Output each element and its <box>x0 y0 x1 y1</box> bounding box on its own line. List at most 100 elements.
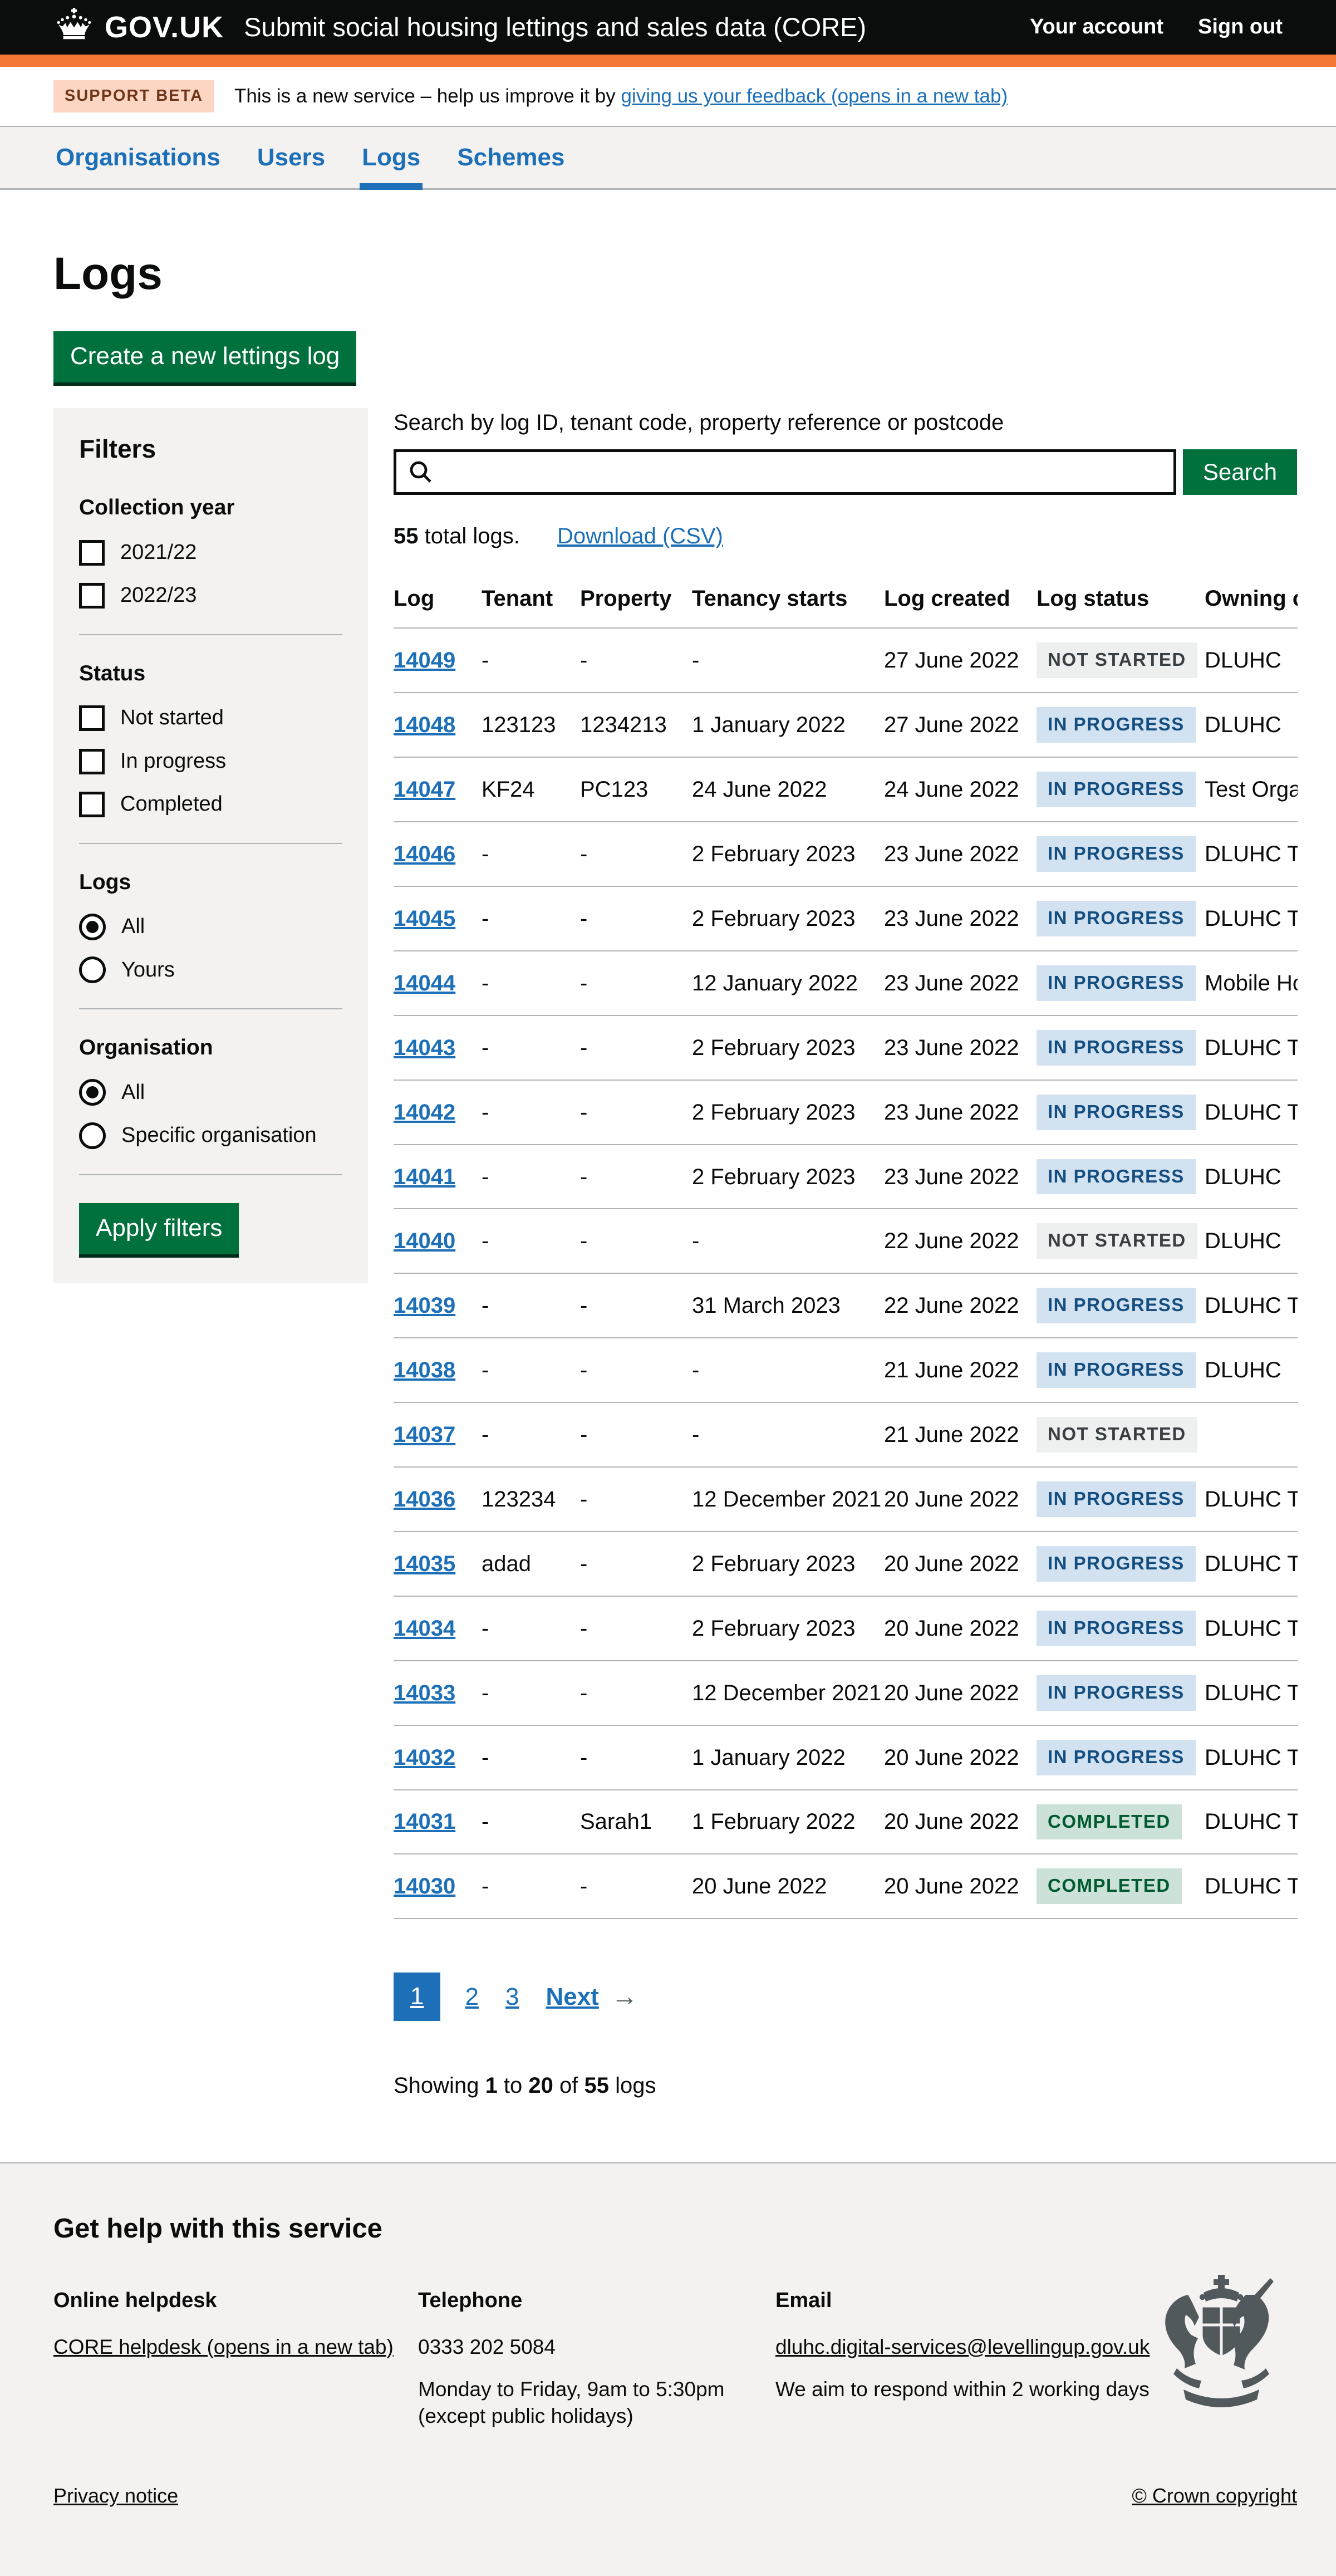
owning-organisation-cell: DLUHC Tes <box>1205 1725 1298 1790</box>
log-created-cell: 20 June 2022 <box>884 1661 1037 1725</box>
property-cell: - <box>580 822 692 886</box>
right-arrow-icon: → <box>611 1980 638 2014</box>
total-logs-count: 55 <box>394 524 419 548</box>
log-id-link[interactable]: 14034 <box>394 1616 455 1641</box>
search-button[interactable]: Search <box>1183 449 1297 495</box>
radio-organisation-all[interactable]: All <box>79 1079 342 1106</box>
search-input[interactable] <box>394 449 1176 495</box>
log-id-link[interactable]: 14042 <box>394 1100 455 1125</box>
create-lettings-log-button[interactable]: Create a new lettings log <box>53 331 356 382</box>
privacy-notice-link[interactable]: Privacy notice <box>53 2483 178 2509</box>
pagination-page-1-current[interactable]: 1 <box>394 1973 440 2021</box>
checkbox-in-progress[interactable]: In progress <box>79 748 342 775</box>
pagination-next-link[interactable]: Next <box>546 1981 598 2013</box>
nav-link-organisations[interactable]: Organisations <box>53 127 223 190</box>
tenancy-starts-cell: 24 June 2022 <box>692 757 884 822</box>
main-content: Logs Create a new lettings log Filters C… <box>0 244 1336 2101</box>
feedback-link[interactable]: giving us your feedback (opens in a new … <box>621 85 1008 107</box>
checkbox-icon[interactable] <box>79 583 105 609</box>
status-badge: IN PROGRESS <box>1037 1481 1196 1517</box>
tenancy-starts-cell: 2 February 2023 <box>692 1596 884 1661</box>
apply-filters-button[interactable]: Apply filters <box>79 1203 239 1254</box>
log-created-cell: 20 June 2022 <box>884 1725 1037 1790</box>
tenancy-starts-cell: 2 February 2023 <box>692 1015 884 1080</box>
pagination-page-2[interactable]: 2 <box>465 1981 478 2013</box>
pagination-page-3[interactable]: 3 <box>505 1981 519 2013</box>
log-id-link[interactable]: 14043 <box>394 1036 455 1060</box>
log-id-link[interactable]: 14035 <box>394 1552 455 1576</box>
tenant-cell: - <box>482 1596 580 1661</box>
tenant-cell: adad <box>482 1532 580 1596</box>
log-id-link[interactable]: 14030 <box>394 1874 455 1898</box>
tenancy-starts-cell: 20 June 2022 <box>692 1854 884 1918</box>
property-cell: 1234213 <box>580 693 692 757</box>
checkbox-2021-22[interactable]: 2021/22 <box>79 539 342 566</box>
radio-logs-yours[interactable]: Yours <box>79 956 342 984</box>
your-account-link[interactable]: Your account <box>1030 13 1163 41</box>
checkbox-not-started[interactable]: Not started <box>79 704 342 732</box>
radio-logs-all[interactable]: All <box>79 913 342 940</box>
core-helpdesk-link[interactable]: CORE helpdesk (opens in a new tab) <box>53 2335 394 2358</box>
table-row: 14048 123123 1234213 1 January 2022 27 J… <box>394 693 1298 757</box>
sign-out-link[interactable]: Sign out <box>1198 13 1283 41</box>
log-id-link[interactable]: 14044 <box>394 971 455 995</box>
log-id-link[interactable]: 14036 <box>394 1487 455 1512</box>
checkbox-icon[interactable] <box>79 792 105 817</box>
radio-icon[interactable] <box>79 1122 106 1149</box>
property-cell: - <box>580 1273 692 1338</box>
govuk-home-link[interactable]: GOV.UK <box>53 7 224 48</box>
owning-organisation-cell: DLUHC <box>1205 1145 1298 1209</box>
table-row: 14043 - - 2 February 2023 23 June 2022 I… <box>394 1015 1298 1080</box>
log-id-link[interactable]: 14047 <box>394 777 455 802</box>
crown-copyright-link[interactable]: © Crown copyright <box>1132 2483 1297 2509</box>
log-id-link[interactable]: 14041 <box>394 1165 455 1189</box>
checkbox-icon[interactable] <box>79 705 105 731</box>
govuk-header: GOV.UK Submit social housing lettings an… <box>0 0 1336 67</box>
nav-link-users[interactable]: Users <box>255 127 327 190</box>
column-header-property: Property <box>580 573 692 628</box>
owning-organisation-cell: Test Organ <box>1205 757 1298 822</box>
log-id-link[interactable]: 14032 <box>394 1745 455 1770</box>
radio-label: All <box>121 913 145 940</box>
tenant-cell: - <box>482 1209 580 1273</box>
log-id-link[interactable]: 14049 <box>394 648 455 673</box>
checkbox-completed[interactable]: Completed <box>79 791 342 818</box>
telephone-number: 0333 202 5084 <box>418 2334 775 2361</box>
download-csv-link[interactable]: Download (CSV) <box>557 524 723 548</box>
telephone-hours: Monday to Friday, 9am to 5:30pm (except … <box>418 2376 775 2430</box>
log-created-cell: 20 June 2022 <box>884 1596 1037 1661</box>
owning-organisation-cell: DLUHC <box>1205 628 1298 693</box>
checkbox-2022-23[interactable]: 2022/23 <box>79 582 342 609</box>
log-id-link[interactable]: 14048 <box>394 713 455 737</box>
checkbox-icon[interactable] <box>79 749 105 774</box>
radio-icon-selected[interactable] <box>79 914 106 940</box>
email-link[interactable]: dluhc.digital-services@levellingup.gov.u… <box>775 2335 1150 2358</box>
radio-organisation-specific[interactable]: Specific organisation <box>79 1122 342 1149</box>
property-cell: Sarah1 <box>580 1790 692 1854</box>
service-name-link[interactable]: Submit social housing lettings and sales… <box>244 10 866 44</box>
property-cell: - <box>580 1402 692 1467</box>
tenancy-starts-cell: 12 January 2022 <box>692 951 884 1015</box>
log-id-link[interactable]: 14045 <box>394 906 455 931</box>
radio-icon[interactable] <box>79 956 106 983</box>
log-id-link[interactable]: 14046 <box>394 842 455 866</box>
checkbox-label: Not started <box>120 704 224 732</box>
filter-divider <box>79 843 342 844</box>
log-id-link[interactable]: 14040 <box>394 1229 455 1253</box>
tenancy-starts-cell: 12 December 2021 <box>692 1661 884 1725</box>
filter-divider <box>79 634 342 635</box>
owning-organisation-cell: DLUHC Tes <box>1205 1661 1298 1725</box>
log-id-link[interactable]: 14031 <box>394 1809 455 1834</box>
log-id-link[interactable]: 14038 <box>394 1358 455 1382</box>
phase-banner-text: This is a new service – help us improve … <box>234 84 1008 109</box>
tenant-cell: - <box>482 1854 580 1918</box>
checkbox-icon[interactable] <box>79 540 105 566</box>
radio-icon-selected[interactable] <box>79 1079 106 1106</box>
nav-link-schemes[interactable]: Schemes <box>455 127 567 190</box>
log-id-link[interactable]: 14033 <box>394 1681 455 1705</box>
log-id-link[interactable]: 14039 <box>394 1293 455 1318</box>
table-row: 14042 - - 2 February 2023 23 June 2022 I… <box>394 1080 1298 1145</box>
log-id-link[interactable]: 14037 <box>394 1422 455 1447</box>
owning-organisation-cell: DLUHC Tes <box>1205 886 1298 951</box>
nav-link-logs[interactable]: Logs <box>360 127 423 190</box>
